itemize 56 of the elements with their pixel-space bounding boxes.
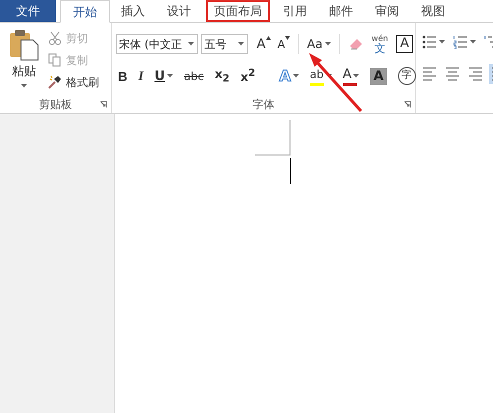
ribbon-tab[interactable]: 引用 xyxy=(272,0,318,22)
caret-icon[interactable] xyxy=(167,74,174,78)
caret-icon[interactable] xyxy=(439,40,445,44)
grow-font-button[interactable]: A xyxy=(254,34,273,54)
caret-icon[interactable] xyxy=(21,84,27,88)
ribbon-tab[interactable]: 审阅 xyxy=(364,0,410,22)
dialog-launcher-icon[interactable] xyxy=(404,101,411,108)
character-shading-button[interactable]: A xyxy=(368,66,389,86)
script-button[interactable]: x$_{2}$ xyxy=(212,66,232,86)
up-caret-icon xyxy=(266,36,271,40)
eraser-icon xyxy=(348,36,364,52)
character-border-button[interactable]: A xyxy=(394,34,415,54)
italic-button[interactable]: I xyxy=(136,66,146,86)
script-button[interactable]: x$^{2}$ xyxy=(238,66,258,86)
highlight-button[interactable]: ab xyxy=(308,66,334,86)
phonetic-guide-button[interactable]: wén 文 xyxy=(368,33,392,55)
ribbon-tab[interactable]: 开始 xyxy=(60,0,110,23)
group-label: 字体 xyxy=(252,96,274,112)
caret-icon[interactable] xyxy=(324,42,331,46)
change-case-button[interactable]: Aa xyxy=(305,34,333,54)
strikethrough-button[interactable]: abc xyxy=(182,66,206,86)
ribbon-tab[interactable]: 设计 xyxy=(156,0,202,22)
bold-button[interactable]: B xyxy=(116,66,130,86)
text-cursor xyxy=(290,158,291,184)
caret-icon[interactable] xyxy=(292,74,299,78)
text-effect-button[interactable]: A xyxy=(277,66,301,86)
caret-icon[interactable] xyxy=(238,42,244,46)
paste-button[interactable]: 粘贴 xyxy=(6,27,42,95)
font-color-button[interactable]: A xyxy=(340,66,362,86)
align-right-icon xyxy=(468,66,483,82)
shrink-font-button[interactable]: A xyxy=(276,34,292,54)
copy-icon xyxy=(48,53,62,67)
dialog-launcher-icon[interactable] xyxy=(100,101,107,108)
caret-icon[interactable] xyxy=(188,42,194,46)
clipboard-icon xyxy=(9,29,39,61)
ribbon-tab[interactable]: 插入 xyxy=(110,0,156,22)
align-center-icon xyxy=(445,66,460,82)
brush-icon xyxy=(48,75,62,89)
scissors-icon xyxy=(48,31,62,45)
caret-icon[interactable] xyxy=(353,74,360,78)
underline-button[interactable]: U xyxy=(152,66,176,86)
clipboard-action[interactable]: 格式刷 xyxy=(48,74,99,90)
caret-icon[interactable] xyxy=(470,40,476,44)
file-tab[interactable]: 文件 xyxy=(0,0,56,22)
ribbon-tab[interactable]: 视图 xyxy=(410,0,456,22)
font-size-field[interactable]: 五号 xyxy=(201,34,248,54)
bullets-icon xyxy=(422,35,437,49)
ribbon-tab[interactable]: 邮件 xyxy=(318,0,364,22)
down-caret-icon xyxy=(285,36,290,40)
ribbon-tab[interactable]: 页面布局 xyxy=(206,0,270,22)
numbering-icon xyxy=(453,35,468,49)
enclose-character-button[interactable]: 字 xyxy=(396,66,418,86)
group-label: 剪贴板 xyxy=(39,96,72,112)
font-name-field[interactable]: 宋体 (中文正 xyxy=(116,34,198,54)
margin-corner-mark xyxy=(255,120,291,156)
align-left-icon xyxy=(422,66,437,82)
